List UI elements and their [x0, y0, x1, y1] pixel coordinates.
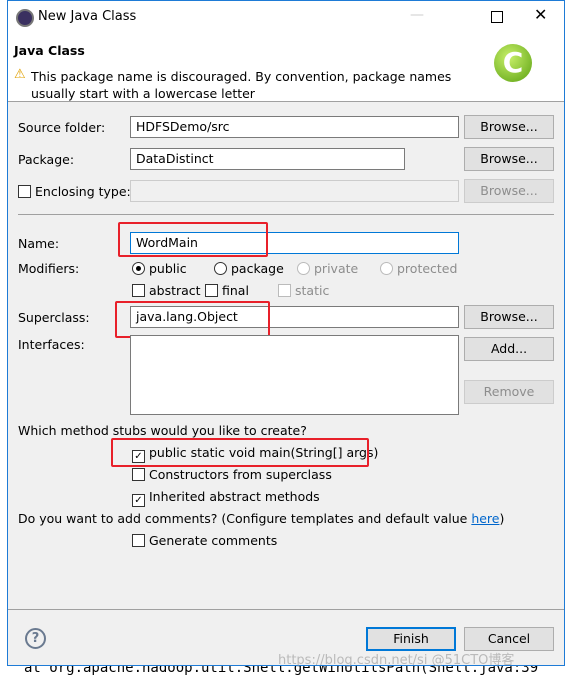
enclosing-type-label: Enclosing type: [35, 184, 131, 199]
java-class-icon: C [494, 44, 532, 82]
modifier-protected-radio[interactable]: protected [380, 261, 457, 276]
close-button[interactable]: ✕ [534, 5, 547, 24]
finish-button[interactable]: Finish [366, 627, 456, 651]
package-browse-button[interactable]: Browse... [464, 147, 554, 171]
maximize-button[interactable] [491, 11, 503, 23]
abstract-checkbox[interactable]: abstract [132, 283, 201, 298]
source-folder-label: Source folder: [18, 120, 106, 135]
cancel-button[interactable]: Cancel [464, 627, 554, 651]
name-label: Name: [18, 236, 60, 251]
watermark: https://blog.csdn.net/si @51CTO博客 [278, 653, 515, 668]
modifiers-label: Modifiers: [18, 261, 80, 276]
superclass-label: Superclass: [18, 310, 90, 325]
interfaces-label: Interfaces: [18, 337, 85, 352]
wizard-header: Java Class ⚠ This package name is discou… [8, 33, 564, 102]
modifier-public-radio[interactable]: public [132, 261, 187, 276]
enclosing-type-input[interactable] [130, 180, 459, 202]
superclass-browse-button[interactable]: Browse... [464, 305, 554, 329]
title-bar: New Java Class — ✕ [8, 1, 564, 33]
inherited-methods-checkbox[interactable]: ✓ Inherited abstract methods [132, 489, 320, 507]
add-interface-button[interactable]: Add... [464, 337, 554, 361]
package-label: Package: [18, 152, 75, 167]
interfaces-list[interactable] [130, 335, 459, 415]
new-java-class-dialog: New Java Class — ✕ Java Class ⚠ This pac… [7, 0, 565, 668]
highlight-superclass [115, 301, 270, 338]
eclipse-icon [16, 9, 34, 27]
minimize-button[interactable]: — [410, 7, 424, 23]
generate-comments-checkbox[interactable]: Generate comments [132, 533, 277, 548]
modifier-package-radio[interactable]: package [214, 261, 284, 276]
highlight-name [118, 222, 268, 257]
modifier-private-radio[interactable]: private [297, 261, 358, 276]
wizard-title: Java Class [14, 43, 85, 58]
constructors-checkbox[interactable]: Constructors from superclass [132, 467, 332, 482]
help-icon[interactable]: ? [25, 628, 46, 649]
warning-icon: ⚠ [14, 67, 26, 82]
method-stubs-question: Which method stubs would you like to cre… [18, 423, 307, 438]
enclosing-type-checkbox[interactable]: Enclosing type: [18, 184, 131, 199]
source-folder-input[interactable]: HDFSDemo/src [130, 116, 459, 138]
package-input[interactable]: DataDistinct [130, 148, 405, 170]
configure-templates-link[interactable]: here [471, 511, 499, 526]
comments-question: Do you want to add comments? (Configure … [18, 511, 505, 526]
enclosing-type-browse-button[interactable]: Browse... [464, 179, 554, 203]
warning-message: This package name is discouraged. By con… [31, 69, 452, 101]
window-title: New Java Class [38, 9, 137, 24]
source-folder-browse-button[interactable]: Browse... [464, 115, 554, 139]
highlight-main-method [111, 438, 369, 467]
static-checkbox[interactable]: static [278, 283, 329, 298]
final-checkbox[interactable]: final [205, 283, 249, 298]
remove-interface-button[interactable]: Remove [464, 380, 554, 404]
